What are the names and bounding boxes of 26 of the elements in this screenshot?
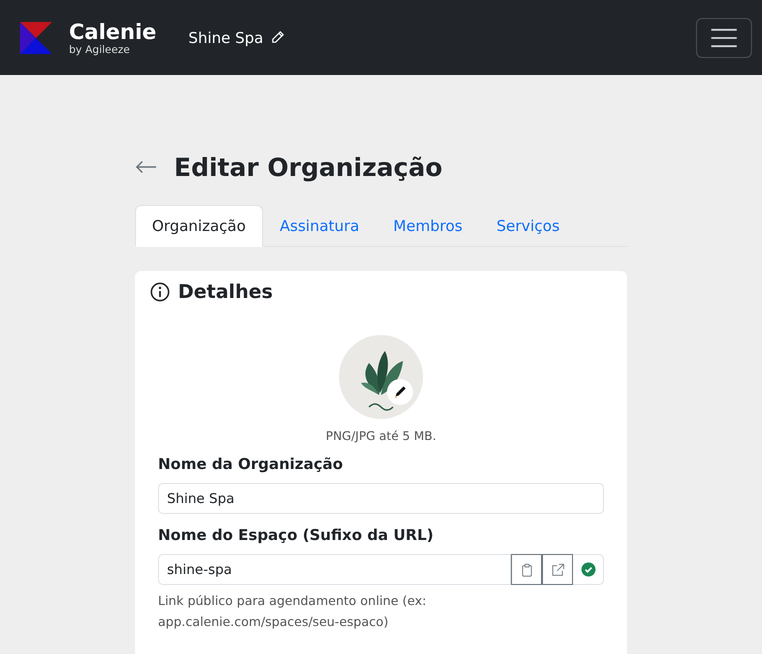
back-arrow-icon[interactable] <box>135 159 157 175</box>
tab[interactable]: Serviços <box>479 205 577 247</box>
clipboard-icon <box>520 562 534 576</box>
open-link-button[interactable] <box>542 554 573 585</box>
card-title: Detalhes <box>178 281 273 303</box>
tab[interactable]: Assinatura <box>262 205 376 247</box>
brand-tagline: by Agileeze <box>69 44 131 56</box>
page-title: Editar Organização <box>174 152 442 182</box>
tab[interactable]: Organização <box>135 205 263 247</box>
pencil-icon <box>393 385 407 399</box>
field-label: Nome da Organização <box>158 455 344 473</box>
help-text: Link público para agendamento online (ex: app.calenie.com/spaces/seu-espaco) <box>158 592 428 631</box>
brand-name[interactable]: Calenie <box>69 20 156 44</box>
input-field[interactable]: shine-spa <box>158 554 511 585</box>
tab[interactable]: Membros <box>376 205 480 247</box>
external-link-icon <box>550 562 564 576</box>
organization-name[interactable]: Shine Spa <box>188 28 264 46</box>
logo-hint: PNG/JPG até 5 MB. <box>326 429 436 443</box>
input-field[interactable]: Shine Spa <box>158 483 604 514</box>
logo-icon <box>20 22 52 54</box>
field-label: Nome do Espaço (Sufixo da URL) <box>158 526 434 544</box>
edit-icon[interactable] <box>270 30 286 45</box>
menu-icon <box>710 28 738 48</box>
menu-button[interactable] <box>696 18 752 58</box>
copy-button[interactable] <box>511 554 542 585</box>
info-icon <box>150 282 170 302</box>
